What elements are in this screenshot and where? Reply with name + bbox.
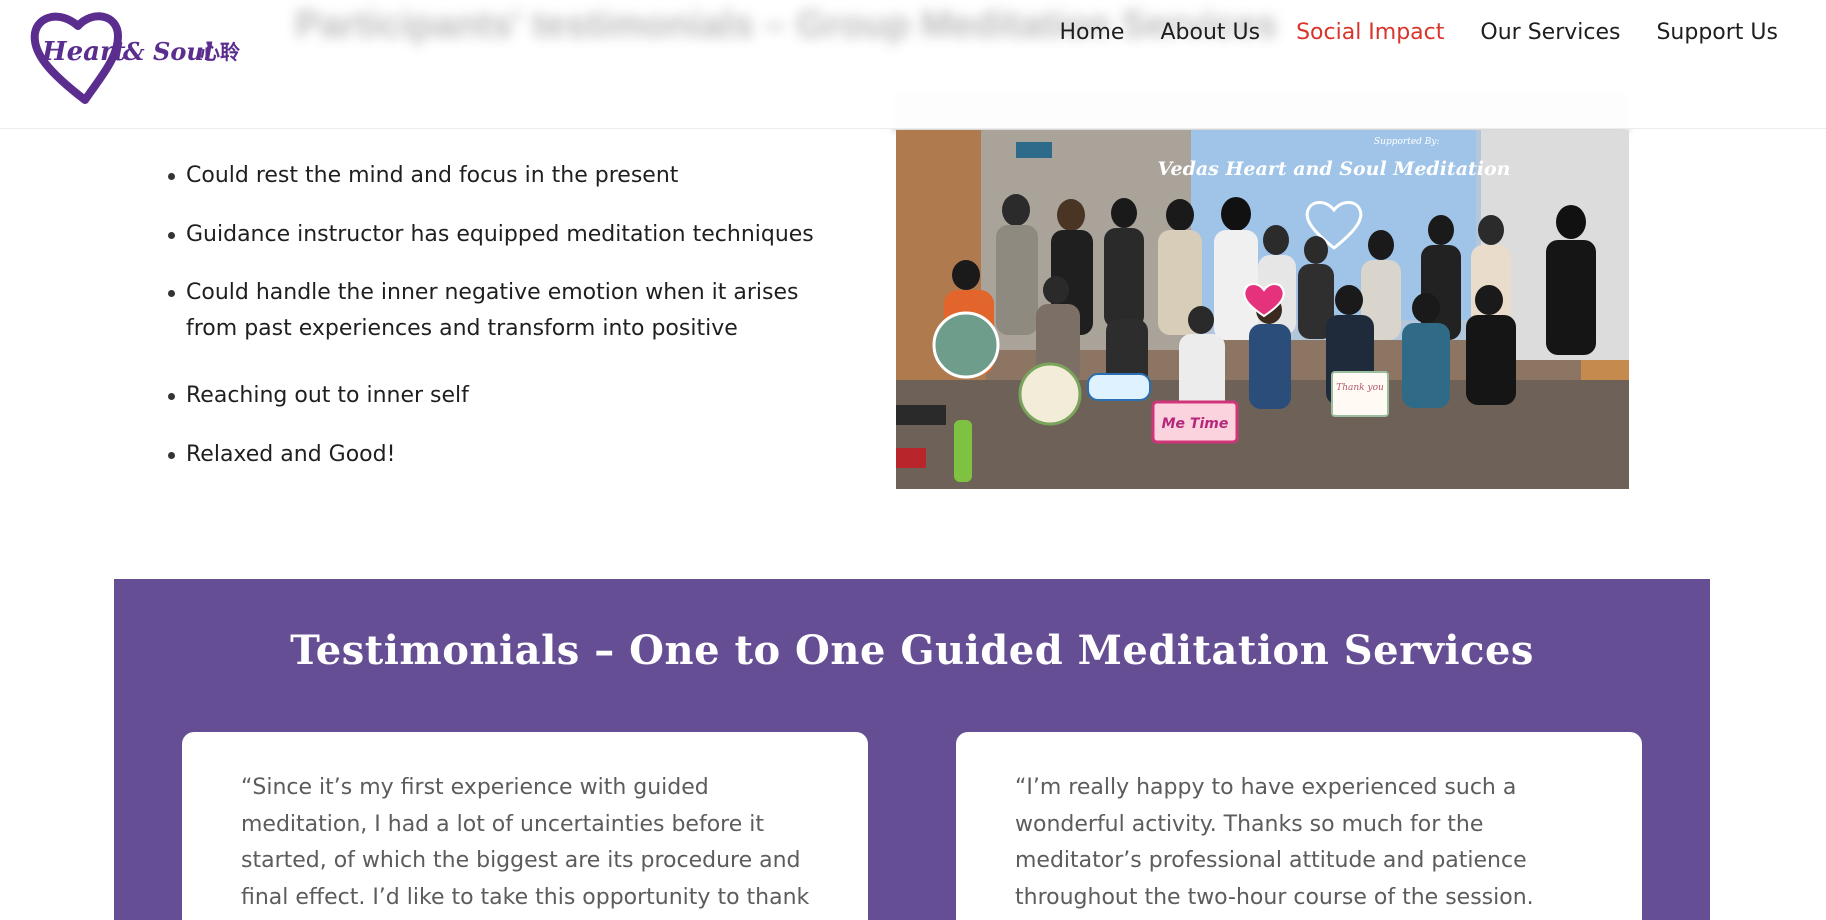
list-item: Relaxed and Good! <box>168 437 828 473</box>
nav-social-impact[interactable]: Social Impact <box>1294 18 1446 48</box>
group-photo: Supported By: Vedas Heart and Soul Medit… <box>896 130 1629 489</box>
testimonial-card: “I’m really happy to have experienced su… <box>956 732 1642 920</box>
testimonial-text: “Since it’s my first experience with gui… <box>241 775 810 910</box>
logo-heart-text: Heart <box>41 37 126 67</box>
feedback-list: Could rest the mind and focus in the pre… <box>168 158 828 473</box>
list-item: Could rest the mind and focus in the pre… <box>168 158 828 194</box>
screen-supported-text: Supported By: <box>1374 137 1440 147</box>
testimonial-card: “Since it’s my first experience with gui… <box>182 732 868 920</box>
testimonials-section: Testimonials – One to One Guided Meditat… <box>114 579 1710 920</box>
list-item: Guidance instructor has equipped meditat… <box>168 217 828 253</box>
nav-our-services[interactable]: Our Services <box>1478 18 1622 48</box>
main-nav: Home About Us Social Impact Our Services… <box>1058 18 1781 48</box>
screen-title-text: Vedas Heart and Soul Meditation <box>1157 158 1510 180</box>
nav-support-us[interactable]: Support Us <box>1654 18 1780 48</box>
thank-you-card <box>1331 371 1389 417</box>
thank-you-text: Thank you <box>1336 383 1384 393</box>
me-time-text: Me Time <box>1162 416 1229 432</box>
logo-chinese-text: 心聆 <box>200 40 240 64</box>
site-header: Participants' testimonials – Group Medit… <box>0 0 1826 129</box>
list-item: Reaching out to inner self <box>168 378 828 414</box>
nav-about-us[interactable]: About Us <box>1158 18 1262 48</box>
list-item: Could handle the inner negative emotion … <box>168 275 828 347</box>
testimonials-title: Testimonials – One to One Guided Meditat… <box>290 627 1534 674</box>
nav-home[interactable]: Home <box>1058 18 1127 48</box>
testimonial-text: “I’m really happy to have experienced su… <box>1015 775 1534 910</box>
site-logo[interactable]: Heart & Soul 心聆 <box>30 8 245 106</box>
